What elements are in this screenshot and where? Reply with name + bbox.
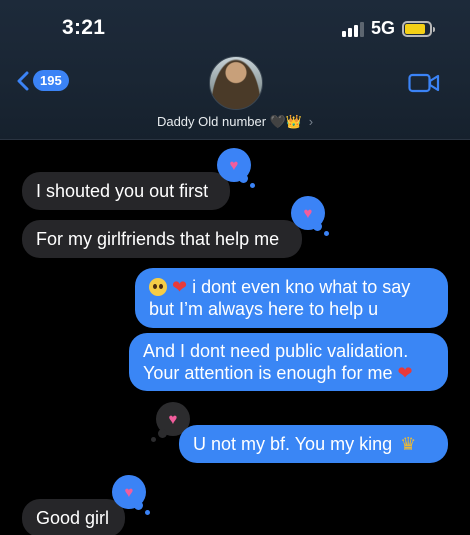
pleading-face-emoji (149, 278, 167, 296)
message-text: I shouted you out first (36, 181, 209, 201)
status-indicators: 5G (341, 18, 435, 39)
heart-tapback[interactable]: ♥ (217, 148, 255, 188)
outgoing-message[interactable]: And I dont need public validation. Your … (129, 333, 448, 391)
heart-icon: ♥ (168, 410, 178, 428)
contact-name-emoji: 🖤👑 (269, 114, 303, 129)
message-text: For my girlfriends that help me (36, 229, 280, 249)
unread-count-badge: 195 (33, 70, 69, 91)
message-text-line1: i dont even kno what to say (192, 277, 411, 297)
battery-level (405, 23, 426, 34)
incoming-message[interactable]: For my girlfriends that help me (22, 220, 302, 258)
red-heart-emoji: ❤ (172, 277, 188, 297)
heart-icon: ♥ (124, 483, 134, 501)
message-text: Good girl (36, 508, 110, 528)
incoming-message[interactable]: I shouted you out first (22, 172, 230, 210)
message-text-line1: And I dont need public validation. (143, 341, 409, 361)
message-text-line2: Your attention is enough for me (143, 363, 393, 383)
message-text: U not my bf. You my king (193, 434, 393, 454)
contact-name-button[interactable]: Daddy Old number 🖤👑 › (0, 114, 470, 130)
heart-icon: ♥ (303, 204, 313, 222)
battery-icon (402, 20, 435, 37)
message-text-line2: but I’m always here to help u (149, 299, 379, 319)
contact-avatar[interactable] (209, 56, 263, 110)
status-time: 3:21 (62, 16, 106, 39)
conversation-header: 3:21 5G 195 Daddy Old number 🖤👑 › (0, 0, 470, 140)
red-heart-emoji: ❤ (397, 363, 413, 383)
signal-strength-icon (341, 21, 364, 37)
crown-emoji: ♛ (400, 434, 417, 454)
heart-icon: ♥ (229, 156, 239, 174)
chevron-left-icon (17, 71, 29, 90)
chevron-right-icon: › (308, 114, 314, 129)
outgoing-message[interactable]: ❤ i dont even kno what to say but I’m al… (135, 268, 448, 328)
contact-name: Daddy Old number (156, 114, 267, 129)
back-button[interactable]: 195 (16, 70, 69, 91)
heart-tapback[interactable]: ♥ (112, 475, 150, 515)
video-camera-icon[interactable] (408, 73, 440, 93)
outgoing-message[interactable]: U not my bf. You my king ♛ (179, 425, 448, 463)
incoming-message[interactable]: Good girl (22, 499, 125, 535)
network-type: 5G (370, 18, 395, 38)
heart-tapback[interactable]: ♥ (291, 196, 329, 236)
